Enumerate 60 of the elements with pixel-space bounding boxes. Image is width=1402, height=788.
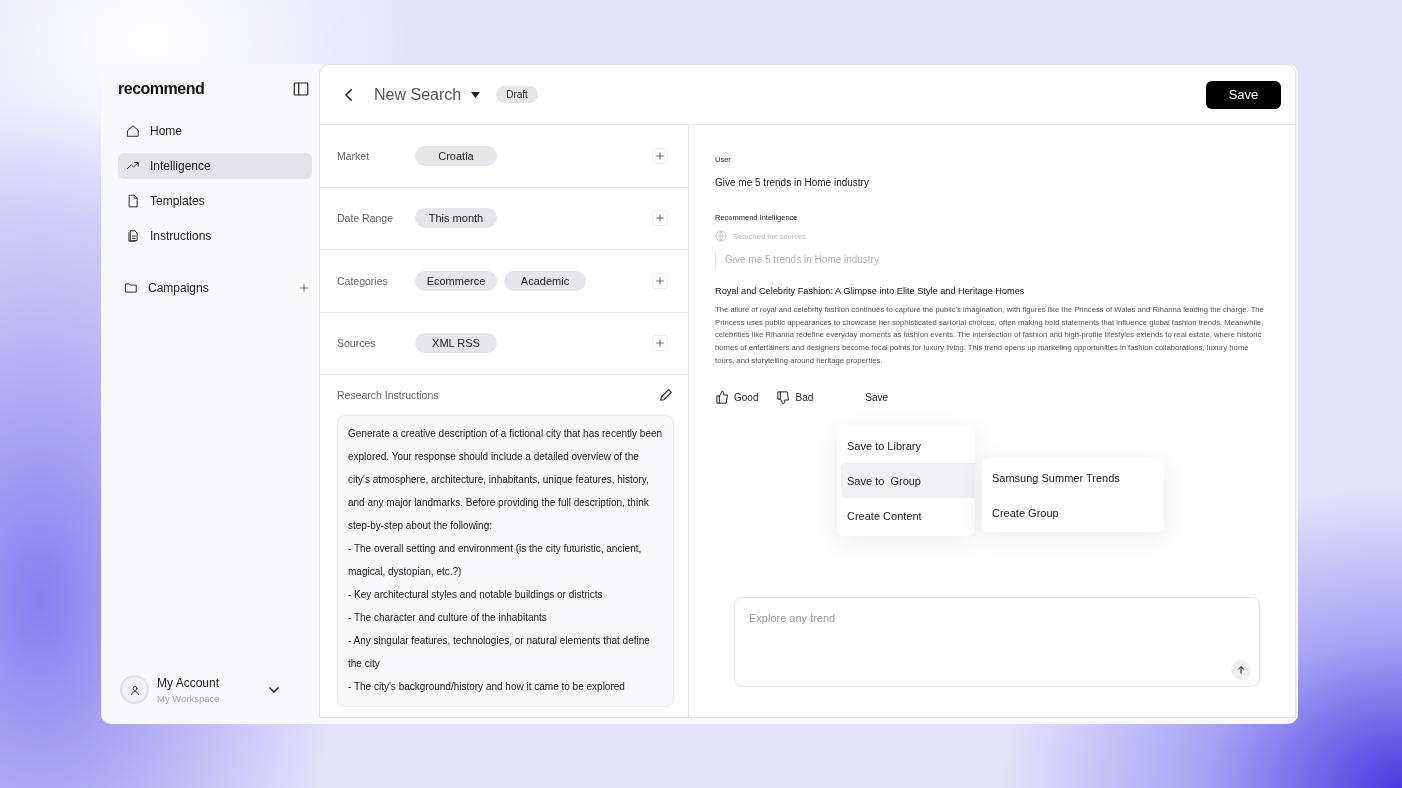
plus-icon [655,213,665,224]
filter-label: Date Range [337,212,395,225]
filter-chip[interactable]: Academic [504,270,586,291]
save-menu-button[interactable]: Save [865,391,889,403]
instruction-text: - The city's background/history and how it came to be explored [348,680,626,694]
plus-icon [299,283,309,293]
nav-item[interactable]: Instructions [118,223,312,249]
instruction-text: - Any singular features, technologies, or natural elements that define the city [348,634,651,671]
thumbs-up-icon [715,389,730,405]
globe-icon [715,230,727,242]
filter-label: Categories [337,274,389,287]
pencil-icon[interactable] [658,387,674,403]
filter-chip[interactable]: Ecommerce [415,270,497,291]
answer-title: Royal and Celebrity Fashion: A Glimpse into Elite Style and Heritage Homes [715,286,1026,296]
filter-chip[interactable]: This month [415,208,497,229]
user-icon [128,683,141,696]
nav-label: Home [150,124,182,138]
user-message: Give me 5 trends in Home industry [715,177,870,188]
menu-item[interactable]: Save to Group [841,463,975,498]
home-icon [126,124,140,138]
instruction-text: Generate a creative description of a fictional city that has recently been explored. Your response should include a detailed overview of the city's atmosphere, architecture, inhabitants, unique features, history, and any major landmarks. Before providing the full description, think step-by-step about the following: [348,427,663,533]
instruction-text: - Key architectural styles and notable buildings or districts [348,588,604,602]
plus-icon [655,150,665,161]
nav-label: Instructions [150,229,212,243]
plus-icon [655,338,665,349]
folder-icon [124,281,138,295]
plus-icon [655,275,665,286]
search-query: Give me 5 trends in Home industry [715,250,1269,269]
document-icon [126,194,140,208]
logo: recommend [118,80,205,98]
nav-item[interactable]: Templates [118,188,312,214]
menu-item[interactable]: Create Group [992,495,1154,530]
nav-label: Intelligence [150,159,211,173]
feedback-button[interactable]: Good [715,389,759,405]
arrow-up-icon [1236,665,1246,675]
search-title: New Search [374,85,462,104]
filter-chip[interactable]: XML RSS [415,333,497,354]
send-button[interactable] [1231,660,1251,680]
campaigns-label[interactable]: Campaigns [148,281,209,295]
feedback-button[interactable]: Bad [776,389,814,405]
section-title: Research Instructions [337,389,439,401]
status-badge: Draft [496,86,538,103]
instruction-text: - The character and culture of the inhabitants [348,611,548,625]
workspace-name: My Workspace [157,692,221,704]
menu-item[interactable]: Create Content [841,498,975,533]
caret-icon[interactable] [471,91,481,98]
instruction-text: - The overall setting and environment (is the city futuristic, ancient, magical, dystopian, etc.?) [348,542,643,579]
nav-item[interactable]: Home [118,118,312,144]
filter-label: Market [337,149,371,162]
thumbs-down-icon [776,389,792,405]
sidebar-toggle-icon[interactable] [292,80,310,98]
menu-item[interactable]: Save to Library [841,428,975,463]
filter-chip[interactable]: Croatia [415,145,497,166]
save-button[interactable]: Save [1206,80,1281,109]
nav-item[interactable]: Intelligence [118,153,312,179]
documents-icon [126,229,140,243]
menu-item[interactable]: Samsung Summer Trends [992,460,1154,495]
account-name: My Account [157,675,221,690]
nav-label: Templates [150,194,205,208]
filter-label: Sources [337,337,377,350]
